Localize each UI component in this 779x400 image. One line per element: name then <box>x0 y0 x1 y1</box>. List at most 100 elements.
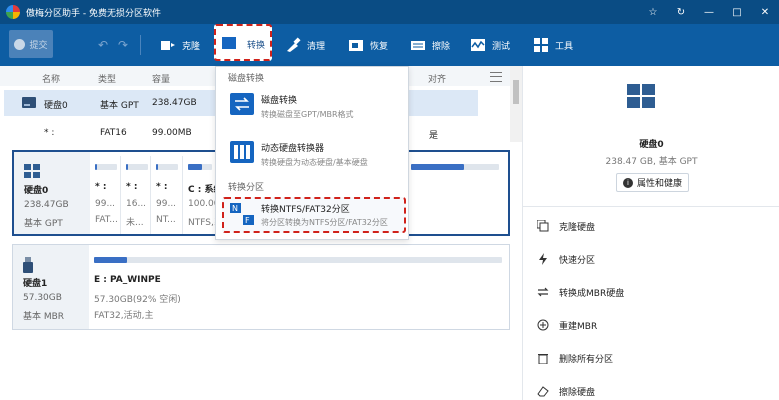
maximize-icon[interactable]: □ <box>723 0 751 24</box>
lightning-icon <box>539 253 547 265</box>
convert-dropdown-menu: 磁盘转换 磁盘转换 转换磁盘至GPT/MBR格式 动态硬盘转换器 转换硬盘为动态… <box>215 66 409 240</box>
column-align[interactable]: 对齐 <box>428 72 446 85</box>
menu-section-partition-convert: 转换分区 <box>228 183 265 193</box>
column-menu-icon[interactable] <box>490 72 502 82</box>
windows-disk-icon <box>627 84 655 108</box>
action-label: 删除所有分区 <box>559 354 614 365</box>
partition-block[interactable]: C : 系统 100.00 NTFS,系 <box>183 152 223 234</box>
partition-block[interactable]: * : 99... NT... <box>151 152 183 234</box>
panel-disk-name: 硬盘0 <box>639 140 664 150</box>
partition-block[interactable]: * : 16... 未... <box>121 152 151 234</box>
convert-arrows-icon <box>537 287 549 297</box>
disk-info: 硬盘1 57.30GB 基本 MBR <box>13 245 89 329</box>
properties-health-button[interactable]: i 属性和健康 <box>616 173 689 192</box>
row-type: FAT16 <box>100 128 127 138</box>
restore-button[interactable]: 恢复 <box>348 30 388 60</box>
action-label: 擦除硬盘 <box>559 387 596 398</box>
disk-size: 57.30GB <box>23 293 62 303</box>
redo-icon[interactable]: ↷ <box>118 38 128 52</box>
wipe-label: 擦除 <box>432 41 451 52</box>
toolbar-divider <box>140 35 141 55</box>
clean-label: 清理 <box>307 41 326 52</box>
partition-fs: NT... <box>156 215 176 225</box>
row-align: 是 <box>429 131 439 141</box>
menu-item-dynamic-disk-converter[interactable]: 动态硬盘转换器 转换硬盘为动态硬盘/基本硬盘 <box>216 137 410 173</box>
menu-item-convert-ntfs-fat32[interactable]: NF 转换NTFS/FAT32分区 将分区转换为NTFS分区/FAT32分区 <box>222 197 406 233</box>
disk-convert-icon <box>230 93 254 115</box>
clean-icon <box>287 37 301 52</box>
row-capacity: 238.47GB <box>152 98 197 108</box>
test-button[interactable]: 测试 <box>470 30 510 60</box>
convert-label: 转换 <box>247 41 266 51</box>
check-icon <box>14 38 26 50</box>
menu-item-title: 磁盘转换 <box>261 96 298 106</box>
disk-type: 基本 MBR <box>23 312 65 322</box>
usage-fill <box>94 257 127 263</box>
action-quick-partition[interactable]: 快速分区 <box>537 249 595 269</box>
action-label: 转换成MBR硬盘 <box>559 288 625 299</box>
test-label: 测试 <box>492 41 511 52</box>
partition-block[interactable] <box>406 152 506 234</box>
restore-label: 恢复 <box>370 41 389 52</box>
title-bar: 傲梅分区助手 - 免费无损分区软件 ☆ ↻ — □ ✕ <box>0 0 779 24</box>
action-wipe-disk[interactable]: 擦除硬盘 <box>537 381 595 400</box>
wipe-icon <box>411 41 425 50</box>
clean-button[interactable]: 清理 <box>285 30 325 60</box>
row-capacity: 99.00MB <box>152 128 192 138</box>
convert-button[interactable]: 转换 <box>214 24 272 61</box>
undo-icon[interactable]: ↶ <box>98 38 108 52</box>
menu-item-subtitle: 转换硬盘为动态硬盘/基本硬盘 <box>261 158 368 167</box>
partition-label: E : PA_WINPE <box>94 275 161 285</box>
column-name[interactable]: 名称 <box>42 72 60 85</box>
svg-text:N: N <box>232 204 238 213</box>
table-scrollbar[interactable] <box>510 66 522 142</box>
usage-bar <box>94 257 502 263</box>
row-name: * : <box>44 128 55 138</box>
usage-bar <box>126 164 148 170</box>
disk-icon <box>22 97 36 108</box>
svg-text:F: F <box>245 216 250 225</box>
row-type: 基本 GPT <box>100 101 139 111</box>
panel-divider <box>523 206 779 207</box>
action-delete-all-partitions[interactable]: 删除所有分区 <box>537 348 613 368</box>
column-type[interactable]: 类型 <box>98 72 116 85</box>
partition-block[interactable]: E : PA_WINPE 57.30GB(92% 空闲) FAT32,活动,主 <box>89 245 509 329</box>
wipe-button[interactable]: 擦除 <box>410 30 450 60</box>
partition-block[interactable]: * : 99... FAT... <box>90 152 121 234</box>
usage-bar <box>188 164 212 170</box>
test-icon <box>471 39 485 51</box>
submit-button[interactable]: 提交 <box>9 30 53 58</box>
action-label: 重建MBR <box>559 321 598 332</box>
usage-fill <box>156 164 159 170</box>
menu-item-disk-convert[interactable]: 磁盘转换 转换磁盘至GPT/MBR格式 <box>216 89 410 125</box>
disk-name: 硬盘0 <box>24 186 49 196</box>
app-logo-icon <box>6 5 20 19</box>
menu-item-title: 转换NTFS/FAT32分区 <box>261 205 350 215</box>
disk-card-1[interactable]: 硬盘1 57.30GB 基本 MBR E : PA_WINPE 57.30GB(… <box>12 244 510 330</box>
clone-icon <box>161 41 175 50</box>
properties-health-label: 属性和健康 <box>636 179 682 189</box>
action-convert-mbr[interactable]: 转换成MBR硬盘 <box>537 282 624 302</box>
star-icon[interactable]: ☆ <box>639 0 667 24</box>
menu-item-title: 动态硬盘转换器 <box>261 144 325 154</box>
minimize-icon[interactable]: — <box>695 0 723 24</box>
refresh-icon[interactable]: ↻ <box>667 0 695 24</box>
tools-button[interactable]: 工具 <box>533 30 573 60</box>
usage-fill <box>188 164 203 170</box>
usb-drive-icon <box>23 257 33 273</box>
partition-label: * : <box>156 182 168 192</box>
scrollbar-thumb[interactable] <box>513 80 519 104</box>
partition-size: 99... <box>156 199 177 209</box>
disk-info: 硬盘0 238.47GB 基本 GPT <box>14 152 90 234</box>
action-label: 快速分区 <box>559 255 596 266</box>
disk-name: 硬盘1 <box>23 279 48 289</box>
partition-label: * : <box>95 182 107 192</box>
close-icon[interactable]: ✕ <box>751 0 779 24</box>
action-rebuild-mbr[interactable]: 重建MBR <box>537 315 597 335</box>
action-clone-disk[interactable]: 克隆硬盘 <box>537 216 595 236</box>
clone-button[interactable]: 克隆 <box>160 30 200 60</box>
column-capacity[interactable]: 容量 <box>152 72 170 85</box>
rebuild-icon <box>537 319 549 331</box>
action-label: 克隆硬盘 <box>559 222 596 233</box>
usage-fill <box>95 164 98 170</box>
